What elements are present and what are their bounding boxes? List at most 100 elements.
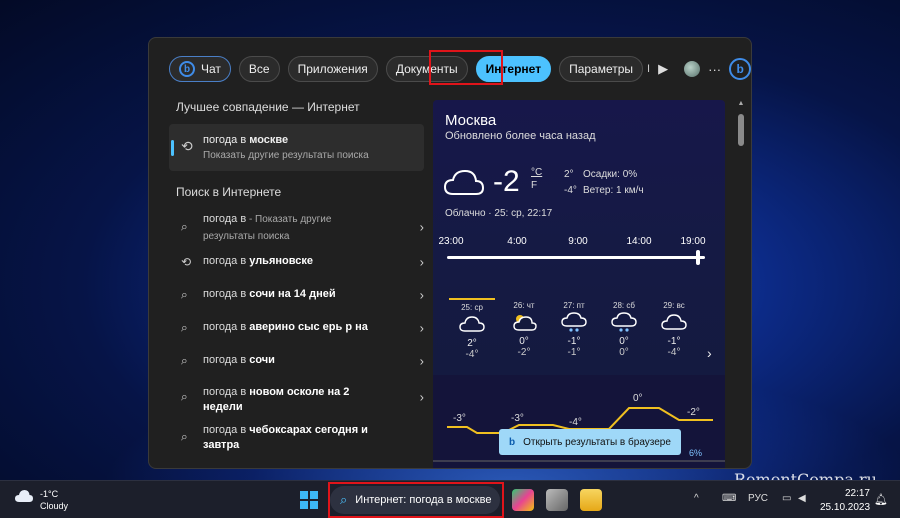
copilot-icon[interactable] (512, 489, 534, 511)
avatar[interactable] (684, 58, 701, 80)
temperature-chart: -3° -3° -4° 0° -2° 6% b Открыть результа… (433, 375, 725, 468)
tab-overflow: I (647, 63, 651, 75)
weather-temp: -1°C (40, 489, 59, 499)
best-match-title: погода в москве (203, 134, 289, 146)
weather-text: Cloudy (40, 501, 69, 511)
list-item[interactable]: ⌕ погода в сочи › (169, 344, 424, 377)
language-indicator[interactable]: РУС (748, 493, 768, 504)
search-icon: ⌕ (181, 320, 188, 334)
scroll-thumb[interactable] (738, 114, 744, 146)
best-match-item[interactable]: ⟲ погода в москве Показать другие резуль… (169, 124, 424, 171)
task-view-icon[interactable] (546, 489, 568, 511)
scrollbar[interactable]: ▲ (735, 100, 747, 468)
history-icon: ⟲ (181, 254, 192, 269)
search-icon: ⌕ (340, 492, 348, 507)
cloud-icon (443, 166, 485, 203)
chevron-right-icon: › (419, 219, 424, 235)
weather-updated: Обновлено более часа назад (445, 130, 596, 142)
volume-icon[interactable]: ◀ (798, 493, 806, 504)
chevron-right-icon: › (419, 353, 424, 368)
list-item[interactable]: ⌕ погода в сочи на 14 дней › (169, 278, 424, 311)
time-slider-thumb[interactable] (696, 250, 700, 265)
list-item[interactable]: ⟲ погода в ульяновске › (169, 245, 424, 278)
notification-bell-icon[interactable]: 🔔︎ (874, 493, 888, 506)
tab-all[interactable]: Все (238, 56, 280, 82)
tab-apps[interactable]: Приложения (287, 56, 378, 82)
weather-city: Москва (445, 112, 497, 129)
taskbar-weather[interactable]: -1°C Cloudy (14, 488, 68, 512)
play-icon[interactable]: ▶ (658, 58, 668, 80)
chart-label: -3° (453, 413, 466, 424)
chevron-right-icon: › (419, 287, 424, 302)
scroll-up-icon[interactable]: ▲ (735, 100, 747, 107)
list-item[interactable]: ⌕ погода в новом осколе на 2 недели › (169, 377, 424, 417)
start-button[interactable] (300, 491, 318, 509)
bing-chat-button[interactable]: b (729, 58, 751, 80)
best-match-heading: Лучшее совпадение — Интернет (176, 100, 360, 114)
day-forecast[interactable]: 26: чт 0° -2° (501, 298, 547, 370)
list-item[interactable]: ⌕ погода в чебоксарах сегодня и завтра (169, 417, 424, 457)
tab-internet[interactable]: Интернет (475, 56, 552, 82)
search-icon: ⌕ (181, 389, 188, 404)
tab-label: Параметры (569, 62, 634, 76)
taskbar-search[interactable]: ⌕ Интернет: погода в москве (330, 486, 500, 514)
day-forecast[interactable]: 27: пт -1° -1° (551, 298, 597, 370)
current-temp: -2 (493, 165, 520, 198)
chevron-right-icon: › (419, 254, 424, 269)
unit-toggle[interactable]: °C F (531, 166, 542, 192)
list-item[interactable]: ⌕ погода в - Показать другие результаты … (169, 209, 424, 245)
weather-details: Осадки: 0% Ветер: 1 км/ч (583, 169, 644, 196)
chevron-right-icon: › (419, 320, 424, 335)
tab-settings[interactable]: Параметры (559, 56, 644, 82)
cloud-icon (15, 490, 33, 502)
chart-label: -2° (687, 407, 700, 418)
partly-sunny-icon (501, 312, 547, 336)
network-icon[interactable]: ▭ (782, 493, 791, 504)
temp-range: 2° -4° (564, 169, 577, 196)
snow-cloud-icon (601, 312, 647, 336)
hour-label: 23:00 (438, 236, 464, 247)
weather-card[interactable]: Москва Обновлено более часа назад -2 °C F… (433, 100, 725, 468)
chevron-right-icon[interactable]: › (707, 345, 712, 361)
cloud-icon (449, 314, 495, 338)
hour-label: 19:00 (680, 236, 706, 247)
history-icon: ⟲ (181, 138, 193, 154)
selection-indicator (171, 140, 174, 156)
tab-label: Все (248, 62, 270, 76)
search-panel: b Чат Все Приложения Документы Интернет … (148, 37, 752, 469)
search-icon: ⌕ (181, 287, 188, 301)
time-slider[interactable] (447, 256, 705, 259)
weather-condition: Облачно · 25: ср, 22:17 (445, 208, 553, 219)
clock[interactable]: 22:17 25.10.2023 (820, 487, 870, 515)
bing-icon: b (729, 58, 751, 80)
chart-label: -4° (569, 417, 582, 428)
tab-label: Интернет (485, 62, 542, 76)
snow-cloud-icon (551, 312, 597, 336)
day-forecast[interactable]: 29: вс -1° -4° (651, 298, 697, 370)
tab-chat[interactable]: b Чат (169, 56, 231, 82)
search-filter-bar: b Чат Все Приложения Документы Интернет … (169, 54, 751, 84)
open-in-browser-button[interactable]: b Открыть результаты в браузере (499, 429, 681, 455)
hour-label: 9:00 (568, 236, 588, 247)
chevron-right-icon: › (419, 389, 424, 405)
precip-label: 6% (689, 448, 702, 458)
chart-label: 0° (633, 393, 643, 404)
hour-label: 14:00 (626, 236, 652, 247)
tab-label: Чат (201, 62, 221, 76)
tab-documents[interactable]: Документы (385, 56, 468, 82)
file-explorer-icon[interactable] (580, 489, 602, 511)
results-list: Лучшее совпадение — Интернет ⟲ погода в … (169, 100, 424, 457)
hour-label: 4:00 (507, 236, 527, 247)
more-options-icon[interactable]: ··· (708, 58, 721, 80)
day-forecast[interactable]: 25: ср 2° -4° (449, 298, 495, 370)
search-query: Интернет: погода в москве (355, 494, 492, 506)
tab-label: Приложения (297, 62, 368, 76)
day-forecast[interactable]: 28: сб 0° 0° (601, 298, 647, 370)
keyboard-icon[interactable]: ⌨ (722, 493, 736, 504)
web-search-heading: Поиск в Интернете (176, 185, 282, 199)
chart-label: -3° (511, 413, 524, 424)
chevron-up-icon[interactable]: ^ (694, 493, 699, 504)
open-in-browser-label: Открыть результаты в браузере (523, 436, 671, 448)
search-icon: ⌕ (181, 353, 188, 367)
list-item[interactable]: ⌕ погода в аверино сыс ерь р на › (169, 311, 424, 344)
